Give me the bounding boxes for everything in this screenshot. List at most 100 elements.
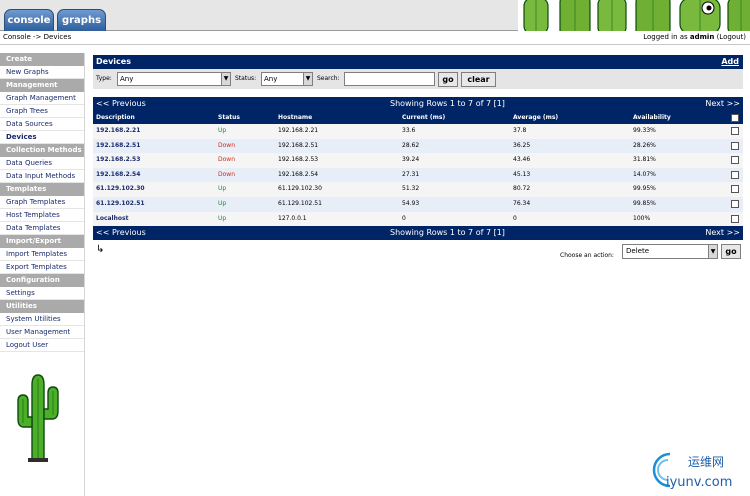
previous-link[interactable]: << Previous: [96, 226, 146, 240]
tab-graphs[interactable]: graphs: [57, 9, 106, 31]
row-checkbox[interactable]: [731, 141, 739, 150]
sidebar-item-new-graphs[interactable]: New Graphs: [0, 66, 84, 79]
next-link[interactable]: Next >>: [705, 97, 740, 111]
pagination-bottom: << Previous Showing Rows 1 to 7 of 7 [1]…: [93, 226, 743, 241]
sidebar-item-import-templates[interactable]: Import Templates: [0, 248, 84, 261]
main-content: Devices Add Type: Any ▼ Status: Any ▼ Se…: [93, 55, 743, 266]
sidebar-section-create: Create: [0, 53, 84, 66]
top-bar: console graphs: [0, 0, 750, 31]
logout-link[interactable]: (Logout): [717, 33, 746, 41]
col-description[interactable]: Description: [96, 111, 135, 124]
action-label: Choose an action:: [560, 252, 614, 260]
sidebar-item-system-utilities[interactable]: System Utilities: [0, 313, 84, 326]
sidebar-item-graph-management[interactable]: Graph Management: [0, 92, 84, 105]
sidebar-item-data-input-methods[interactable]: Data Input Methods: [0, 170, 84, 183]
current-cell: 28.62: [402, 141, 420, 149]
status-cell: Down: [218, 170, 236, 178]
previous-link[interactable]: << Previous: [96, 97, 146, 111]
sidebar-item-data-sources[interactable]: Data Sources: [0, 118, 84, 131]
search-label: Search:: [317, 75, 340, 82]
action-go-button[interactable]: go: [721, 244, 741, 260]
table-row: 61.129.102.30 Up 61.129.102.30 51.32 80.…: [93, 182, 743, 197]
login-user: admin: [689, 33, 715, 41]
availability-cell: 31.81%: [633, 156, 656, 164]
rows-showing-text: Showing Rows 1 to 7 of 7: [390, 99, 492, 108]
table-row: 192.168.2.21 Up 192.168.2.21 33.6 37.8 9…: [93, 124, 743, 139]
hostname-cell: 192.168.2.53: [278, 156, 319, 164]
availability-cell: 100%: [633, 214, 651, 222]
sidebar-item-devices[interactable]: Devices: [0, 131, 84, 144]
device-link[interactable]: 192.168.2.54: [96, 168, 140, 183]
sidebar-item-data-templates[interactable]: Data Templates: [0, 222, 84, 235]
page-link[interactable]: [1]: [494, 99, 505, 108]
sidebar-item-user-management[interactable]: User Management: [0, 326, 84, 339]
device-link[interactable]: 192.168.2.51: [96, 139, 140, 154]
chevron-down-icon: ▼: [303, 73, 312, 85]
row-checkbox[interactable]: [731, 127, 739, 135]
select-all-checkbox[interactable]: [731, 114, 739, 122]
sidebar-menu: Create New Graphs Management Graph Manageme…: [0, 53, 84, 352]
device-link[interactable]: 192.168.2.21: [96, 124, 140, 139]
go-button[interactable]: go: [438, 72, 458, 87]
device-link[interactable]: 192.168.2.53: [96, 153, 140, 168]
type-select[interactable]: Any ▼: [117, 72, 231, 86]
availability-cell: 28.26%: [633, 141, 656, 149]
hostname-cell: 127.0.0.1: [278, 214, 307, 222]
sidebar-item-data-queries[interactable]: Data Queries: [0, 157, 84, 170]
status-cell: Down: [218, 156, 236, 164]
col-current[interactable]: Current (ms): [402, 111, 445, 124]
status-cell: Down: [218, 141, 236, 149]
sidebar: Create New Graphs Management Graph Manageme…: [0, 53, 85, 496]
add-device-link[interactable]: Add: [721, 55, 739, 69]
sidebar-item-logout-user[interactable]: Logout User: [0, 339, 84, 352]
sidebar-section-templates: Templates: [0, 183, 84, 196]
status-select[interactable]: Any ▼: [261, 72, 313, 86]
current-cell: 39.24: [402, 156, 420, 164]
row-checkbox[interactable]: [731, 185, 739, 194]
current-cell: 54.93: [402, 199, 420, 207]
device-link[interactable]: 61.129.102.51: [96, 197, 145, 212]
page-link[interactable]: [1]: [494, 228, 505, 237]
hostname-cell: 61.129.102.51: [278, 199, 322, 207]
return-arrow-icon: ↳: [96, 244, 105, 256]
sidebar-section-configuration: Configuration: [0, 274, 84, 287]
current-cell: 33.6: [402, 127, 416, 134]
col-average[interactable]: Average (ms): [513, 111, 558, 124]
col-availability[interactable]: Availability: [633, 111, 671, 124]
col-hostname[interactable]: Hostname: [278, 111, 312, 124]
availability-cell: 99.33%: [633, 127, 656, 134]
sidebar-item-graph-trees[interactable]: Graph Trees: [0, 105, 84, 118]
sidebar-section-import-export: Import/Export: [0, 235, 84, 248]
sidebar-item-host-templates[interactable]: Host Templates: [0, 209, 84, 222]
hostname-cell: 192.168.2.54: [278, 170, 319, 178]
action-select[interactable]: Delete ▼: [622, 244, 718, 260]
device-link[interactable]: Localhost: [96, 212, 128, 227]
table-row: 61.129.102.51 Up 61.129.102.51 54.93 76.…: [93, 196, 743, 212]
row-checkbox[interactable]: [731, 199, 739, 208]
tab-console[interactable]: console: [4, 9, 54, 31]
rows-showing: Showing Rows 1 to 7 of 7 [1]: [390, 226, 505, 240]
device-link[interactable]: 61.129.102.30: [96, 182, 145, 197]
breadcrumb[interactable]: Console -> Devices: [3, 31, 71, 44]
row-checkbox[interactable]: [731, 170, 739, 179]
type-label: Type:: [96, 75, 112, 82]
col-status[interactable]: Status: [218, 111, 240, 124]
search-input[interactable]: [344, 72, 435, 86]
cactus-banner-image: [518, 0, 750, 31]
status-select-value: Any: [264, 75, 278, 83]
action-bar: ↳ Choose an action: Delete ▼ go: [93, 240, 743, 266]
sidebar-item-export-templates[interactable]: Export Templates: [0, 261, 84, 274]
next-link[interactable]: Next >>: [705, 226, 740, 240]
pagination-top: << Previous Showing Rows 1 to 7 of 7 [1]…: [93, 97, 743, 111]
row-checkbox[interactable]: [731, 214, 739, 223]
availability-cell: 99.85%: [633, 199, 656, 207]
filter-bar: Type: Any ▼ Status: Any ▼ Search: go cle…: [93, 69, 743, 89]
sidebar-item-settings[interactable]: Settings: [0, 287, 84, 300]
sidebar-item-graph-templates[interactable]: Graph Templates: [0, 196, 84, 209]
row-checkbox[interactable]: [731, 156, 739, 165]
watermark-cn: 运维网: [688, 455, 724, 469]
clear-button[interactable]: clear: [461, 72, 496, 87]
table-row: 192.168.2.51 Down 192.168.2.51 28.62 36.…: [93, 138, 743, 154]
page-title: Devices: [96, 57, 131, 66]
login-prefix: Logged in as: [643, 33, 688, 41]
